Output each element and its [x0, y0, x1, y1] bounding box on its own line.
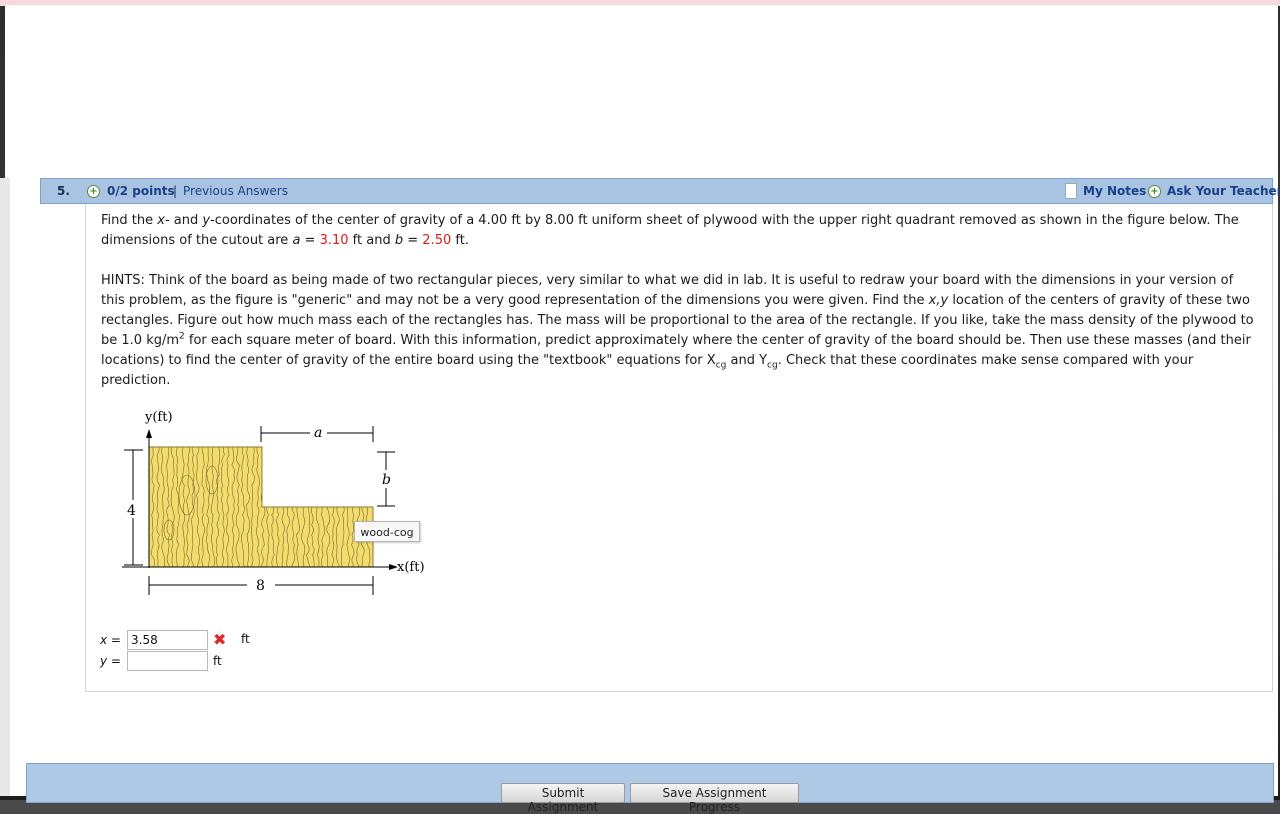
header-separator: |	[173, 184, 178, 198]
y-answer-label: y =	[100, 654, 121, 668]
points-link[interactable]: 0/2 points	[107, 184, 175, 198]
my-notes-link[interactable]: My Notes	[1083, 184, 1146, 198]
question-header-bar: 5. + 0/2 points | Previous Answers My No…	[40, 178, 1280, 204]
a-value: 3.10	[319, 233, 349, 248]
expand-plus-icon[interactable]: +	[87, 185, 100, 198]
image-tooltip: wood-cog	[354, 521, 420, 542]
notes-icon[interactable]	[1065, 183, 1077, 199]
dimension-width-label: 8	[256, 578, 265, 594]
plywood-board	[148, 446, 374, 568]
plywood-figure: y(ft) x(ft) a b 4 8	[122, 410, 425, 595]
question-number: 5.	[57, 184, 70, 198]
hints-paragraph: HINTS: Think of the board as being made …	[101, 273, 1254, 388]
y-unit-label: ft	[213, 654, 222, 668]
x-axis-label: x(ft)	[397, 560, 425, 575]
x-unit-label: ft	[241, 632, 250, 646]
dimension-b-label: b	[382, 472, 391, 488]
problem-statement: Find the x- and y-coordinates of the cen…	[101, 213, 1239, 248]
b-value: 2.50	[422, 233, 452, 248]
previous-answers-link[interactable]: Previous Answers	[183, 184, 288, 198]
page-left-edge	[0, 178, 10, 796]
dimension-height-label: 4	[127, 503, 136, 519]
y-axis-label: y(ft)	[144, 410, 173, 425]
x-answer-input[interactable]	[127, 630, 208, 650]
ask-teacher-link[interactable]: Ask Your Teacher	[1167, 184, 1280, 198]
wrong-answer-x-icon: ✖	[213, 630, 227, 649]
y-answer-input[interactable]	[127, 651, 208, 671]
x-answer-label: x =	[100, 633, 121, 647]
save-progress-button[interactable]: Save Assignment Progress	[630, 783, 799, 814]
ask-teacher-plus-icon[interactable]: +	[1148, 185, 1161, 198]
dimension-a-label: a	[314, 425, 322, 441]
submit-assignment-button[interactable]: Submit Assignment	[501, 783, 625, 814]
